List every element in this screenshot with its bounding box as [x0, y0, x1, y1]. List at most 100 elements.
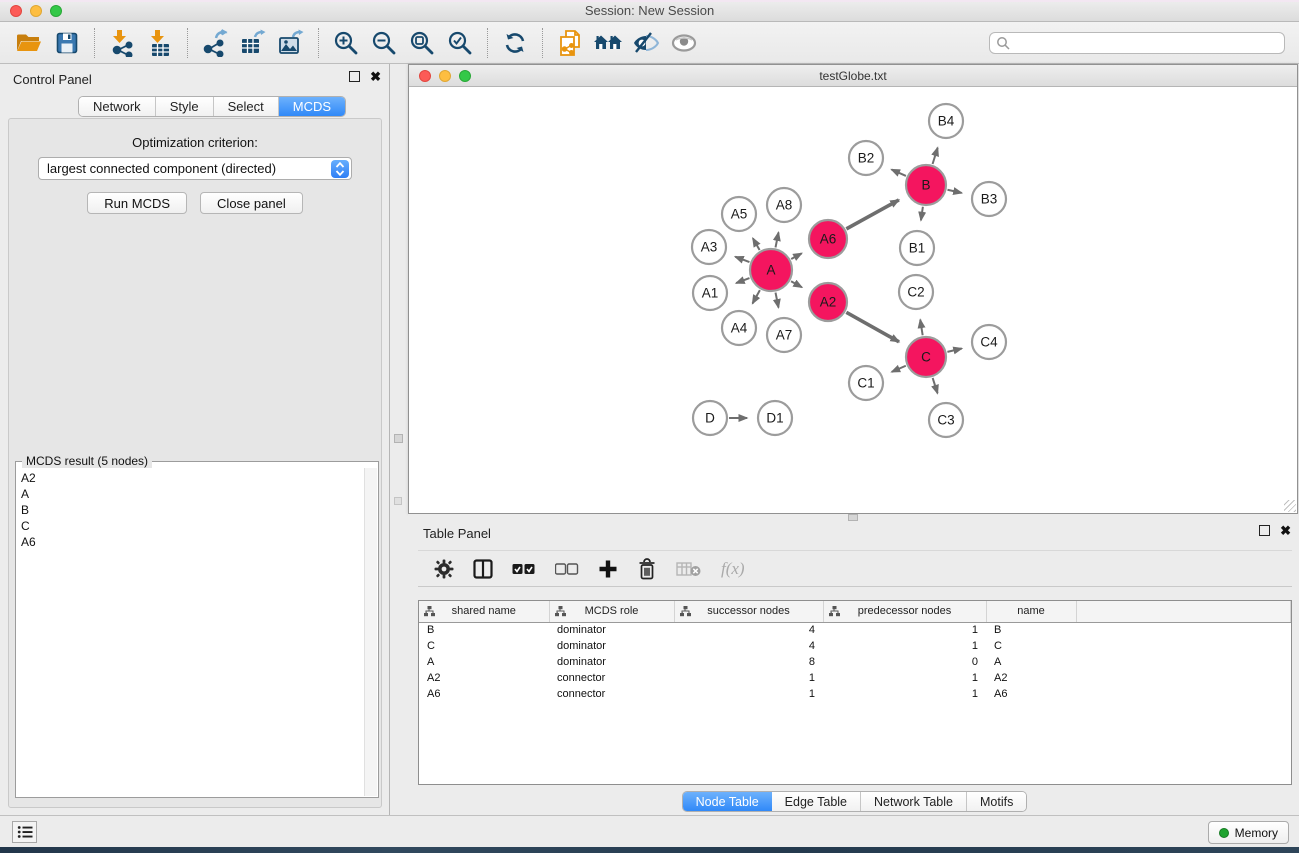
delete-column-icon[interactable]: [637, 558, 657, 580]
status-bar: Memory: [0, 815, 1299, 847]
zoom-in-icon[interactable]: [327, 26, 365, 60]
memory-button[interactable]: Memory: [1208, 821, 1289, 844]
mcds-result-box: MCDS result (5 nodes) A2 A B C A6: [15, 461, 379, 798]
column-header-shared-name[interactable]: shared name: [419, 601, 549, 622]
graph-edge-A-A6[interactable]: [791, 253, 801, 259]
graph-node-label-D1: D1: [766, 411, 783, 426]
column-header-name[interactable]: name: [986, 601, 1076, 622]
graph-edge-A-A3[interactable]: [735, 257, 749, 262]
table-row[interactable]: Bdominator 41 B: [419, 622, 1291, 638]
show-graphics-details-icon[interactable]: [665, 26, 703, 60]
deselect-all-checkboxes-icon[interactable]: [555, 562, 579, 576]
tab-motifs[interactable]: Motifs: [967, 792, 1026, 811]
open-folder-icon[interactable]: [10, 26, 48, 60]
optimization-criterion-select[interactable]: largest connected component (directed): [38, 157, 352, 180]
graph-edge-B-B4[interactable]: [933, 148, 938, 164]
search-input[interactable]: [1010, 36, 1278, 50]
splitter-grip[interactable]: [394, 434, 403, 443]
tab-network-table[interactable]: Network Table: [861, 792, 967, 811]
graph-edge-B-B3[interactable]: [947, 190, 961, 193]
mcds-result-item[interactable]: C: [21, 518, 364, 534]
graph-edge-A-A2[interactable]: [791, 281, 802, 287]
tab-select[interactable]: Select: [214, 97, 279, 116]
column-header-successor-nodes[interactable]: successor nodes: [674, 601, 823, 622]
run-mcds-button[interactable]: Run MCDS: [87, 192, 187, 214]
vertical-splitter[interactable]: [390, 64, 408, 815]
horizontal-splitter[interactable]: [408, 514, 1299, 522]
float-panel-icon[interactable]: [349, 71, 360, 82]
column-header-mcds-role[interactable]: MCDS role: [549, 601, 674, 622]
window-resize-grip[interactable]: [1284, 500, 1296, 512]
tab-mcds[interactable]: MCDS: [279, 97, 345, 116]
column-header-predecessor-nodes[interactable]: predecessor nodes: [823, 601, 986, 622]
graph-edge-A-A8[interactable]: [776, 232, 779, 247]
table-row[interactable]: Adominator 80 A: [419, 654, 1291, 670]
table-panel-title: Table Panel: [423, 526, 491, 541]
graph-edge-A-A5[interactable]: [753, 238, 760, 250]
network-window-titlebar[interactable]: testGlobe.txt: [409, 65, 1297, 87]
zoom-fit-icon[interactable]: [403, 26, 441, 60]
hide-graphics-details-icon[interactable]: [627, 26, 665, 60]
mcds-result-item[interactable]: A2: [21, 470, 364, 486]
tab-style[interactable]: Style: [156, 97, 214, 116]
export-table-icon[interactable]: [234, 26, 272, 60]
mcds-result-item[interactable]: B: [21, 502, 364, 518]
graph-edge-B-B2[interactable]: [892, 169, 906, 175]
import-table-icon[interactable]: [141, 26, 179, 60]
table-row[interactable]: A2connector 11 A2: [419, 670, 1291, 686]
float-panel-icon[interactable]: [1259, 525, 1270, 536]
mcds-result-item[interactable]: A6: [21, 534, 364, 550]
export-network-icon[interactable]: [196, 26, 234, 60]
graph-edge-B-B1[interactable]: [921, 207, 923, 221]
toolbar-separator: [487, 28, 488, 58]
mcds-result-scrollbar[interactable]: [364, 468, 377, 796]
search-field[interactable]: [989, 32, 1285, 54]
graph-node-label-A8: A8: [776, 198, 793, 213]
graph-edge-C-C1[interactable]: [892, 366, 906, 372]
save-session-icon[interactable]: [48, 26, 86, 60]
show-panels-list-button[interactable]: [12, 821, 37, 843]
tab-edge-table[interactable]: Edge Table: [772, 792, 861, 811]
table-tabs: Node Table Edge Table Network Table Moti…: [682, 791, 1028, 812]
application-window: Session: New Session: [0, 0, 1299, 853]
search-icon: [996, 36, 1010, 50]
table-row[interactable]: A6connector 11 A6: [419, 686, 1291, 702]
network-canvas[interactable]: AA1A3A5A8A4A7A6A2BB1B2B3B4CC1C2C3C4DD1: [409, 87, 1297, 513]
table-header-row: shared name MCDS role successor nodes pr…: [419, 601, 1291, 622]
add-column-icon[interactable]: [598, 559, 618, 579]
tab-node-table[interactable]: Node Table: [683, 792, 772, 811]
graph-edge-A2-C[interactable]: [846, 312, 899, 342]
close-panel-icon[interactable]: ✖: [1280, 525, 1291, 536]
mcds-tab-content: Optimization criterion: largest connecte…: [8, 118, 382, 808]
canvas-left-grip[interactable]: [394, 497, 402, 505]
graph-edge-A-A7[interactable]: [776, 293, 779, 308]
graph-edge-C-C4[interactable]: [947, 348, 961, 351]
zoom-out-icon[interactable]: [365, 26, 403, 60]
close-panel-button[interactable]: Close panel: [200, 192, 303, 214]
select-all-checkboxes-icon[interactable]: [512, 562, 536, 576]
export-image-icon[interactable]: [272, 26, 310, 60]
tab-network[interactable]: Network: [79, 97, 156, 116]
graph-edge-A-A1[interactable]: [736, 278, 749, 283]
table-row[interactable]: Cdominator 41 C: [419, 638, 1291, 654]
splitter-grip[interactable]: [848, 514, 858, 521]
zoom-selected-icon[interactable]: [441, 26, 479, 60]
refresh-icon[interactable]: [496, 26, 534, 60]
home-views-icon[interactable]: [589, 26, 627, 60]
graph-node-label-C2: C2: [907, 285, 924, 300]
close-panel-icon[interactable]: ✖: [370, 71, 381, 82]
graph-edge-C-C3[interactable]: [933, 378, 938, 393]
graph-edge-A6-B[interactable]: [846, 200, 898, 229]
network-view-window: testGlobe.txt AA1A3A5A8A4A7A6A2BB1B2B3B4…: [408, 64, 1298, 514]
mcds-result-item[interactable]: A: [21, 486, 364, 502]
import-network-icon[interactable]: [103, 26, 141, 60]
columns-icon[interactable]: [473, 559, 493, 579]
graph-edge-C-C2[interactable]: [920, 320, 922, 336]
graph-node-label-C1: C1: [857, 376, 874, 391]
graph-edge-A-A4[interactable]: [753, 290, 760, 303]
select-stepper-icon: [331, 160, 349, 178]
network-from-document-icon[interactable]: [551, 26, 589, 60]
gear-icon[interactable]: [434, 559, 454, 579]
graph-node-label-C4: C4: [980, 335, 998, 350]
graph-node-label-A2: A2: [820, 295, 837, 310]
